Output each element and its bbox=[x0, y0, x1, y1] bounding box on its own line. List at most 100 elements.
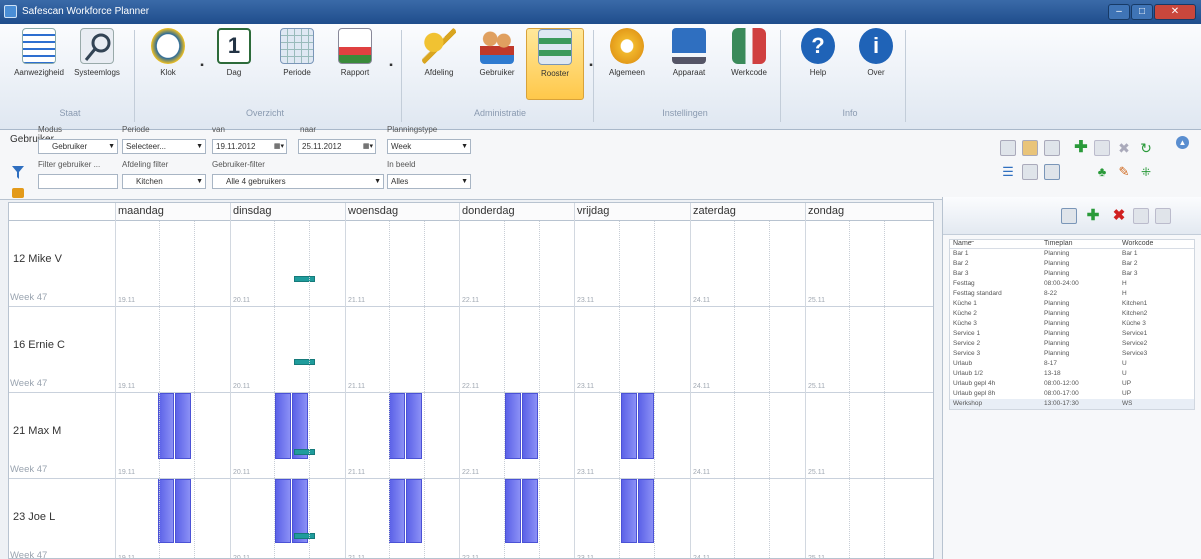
table-row[interactable]: Küche 2 Planning Kitchen2 bbox=[950, 309, 1194, 319]
planningstype-select[interactable]: Week ▼ bbox=[387, 139, 471, 154]
shift-block[interactable] bbox=[638, 479, 654, 543]
undo-disabled-icon[interactable] bbox=[1133, 208, 1149, 224]
periode-select[interactable]: Selecteer... ▼ bbox=[122, 139, 206, 154]
table-row[interactable]: Urlaub gepl 8h 08:00-17:00 UP bbox=[950, 389, 1194, 399]
shift-marker[interactable] bbox=[294, 276, 315, 282]
table-row[interactable]: Bar 1 Planning Bar 1 bbox=[950, 249, 1194, 259]
help-button[interactable]: ? Help bbox=[789, 28, 847, 100]
close-button[interactable]: ✕ bbox=[1154, 4, 1196, 20]
over-label: Over bbox=[867, 68, 885, 77]
calendar-picker-icon[interactable]: ▦▾ bbox=[274, 140, 284, 153]
shift-block[interactable] bbox=[389, 393, 405, 459]
rooster-button[interactable]: Rooster bbox=[526, 28, 584, 100]
apparaat-button[interactable]: Apparaat bbox=[660, 28, 718, 100]
shift-block[interactable] bbox=[275, 393, 291, 459]
minimize-button[interactable]: – bbox=[1108, 4, 1130, 20]
shift-block[interactable] bbox=[505, 479, 521, 543]
afdeling-filter-select[interactable]: Kitchen ▼ bbox=[122, 174, 206, 189]
shift-block[interactable] bbox=[621, 479, 637, 543]
table-row[interactable]: Urlaub 8-17 U bbox=[950, 359, 1194, 369]
gebruiker-filter-select[interactable]: Alle 4 gebruikers ▼ bbox=[212, 174, 384, 189]
van-date-field[interactable]: 19.11.2012 ▦▾ bbox=[212, 139, 287, 154]
table-row[interactable]: Urlaub gepl 4h 08:00-12:00 UP bbox=[950, 379, 1194, 389]
shift-block[interactable] bbox=[389, 479, 405, 543]
shift-block[interactable] bbox=[158, 479, 174, 543]
table-row[interactable]: Bar 3 Planning Bar 3 bbox=[950, 269, 1194, 279]
afdeling-button[interactable]: Afdeling bbox=[410, 28, 468, 100]
table-row[interactable]: Küche 3 Planning Küche 3 bbox=[950, 319, 1194, 329]
add-icon[interactable]: ✚ bbox=[1073, 140, 1089, 156]
table-icon[interactable] bbox=[1061, 208, 1077, 224]
cell-workcode: Küche 3 bbox=[1122, 320, 1146, 327]
werkcode-button[interactable]: Werkcode bbox=[720, 28, 778, 100]
maximize-button[interactable]: □ bbox=[1131, 4, 1153, 20]
user-row[interactable]: 12 Mike V Week 47 19.11 20.11 21.11 22.1… bbox=[9, 221, 933, 307]
filter-gebruiker-input[interactable] bbox=[38, 174, 118, 189]
shift-block[interactable] bbox=[638, 393, 654, 459]
shift-block[interactable] bbox=[621, 393, 637, 459]
table-row[interactable]: Werkshop 13:00-17:30 WS bbox=[950, 399, 1194, 409]
column-header-name[interactable]: Name bbox=[953, 240, 972, 247]
naar-date-field[interactable]: 25.11.2012 ▦▾ bbox=[298, 139, 376, 154]
aanwezigheid-button[interactable]: Aanwezigheid bbox=[10, 28, 68, 100]
delete-icon[interactable]: ✖ bbox=[1111, 208, 1127, 224]
filter-funnel-icon[interactable] bbox=[12, 166, 24, 179]
shift-block[interactable] bbox=[522, 479, 538, 543]
table-row[interactable]: Service 3 Planning Service3 bbox=[950, 349, 1194, 359]
shift-marker[interactable] bbox=[294, 533, 315, 539]
periode-button[interactable]: Periode bbox=[268, 28, 326, 100]
table-row[interactable]: Service 1 Planning Service1 bbox=[950, 329, 1194, 339]
shift-block[interactable] bbox=[505, 393, 521, 459]
shift-block[interactable] bbox=[175, 393, 191, 459]
algemeen-button[interactable]: Algemeen bbox=[598, 28, 656, 100]
klok-button[interactable]: Klok bbox=[139, 28, 197, 100]
calendar-view-icon[interactable] bbox=[1044, 164, 1060, 180]
table-view-icon[interactable] bbox=[1022, 164, 1038, 180]
delete-disabled-icon[interactable]: ✖ bbox=[1116, 140, 1132, 156]
move-icon[interactable]: ⁜ bbox=[1138, 164, 1154, 180]
rooster-dropdown-icon[interactable]: ▪ bbox=[586, 60, 596, 71]
chevron-down-icon: ▼ bbox=[196, 143, 203, 150]
keys-icon bbox=[422, 28, 456, 64]
shift-block[interactable] bbox=[175, 479, 191, 543]
table-row[interactable]: Service 2 Planning Service2 bbox=[950, 339, 1194, 349]
assign-icon[interactable]: ♣ bbox=[1094, 164, 1110, 180]
shift-marker[interactable] bbox=[294, 359, 315, 365]
refresh-icon[interactable]: ↻ bbox=[1138, 140, 1154, 156]
modus-select[interactable]: Gebruiker ▼ bbox=[38, 139, 118, 154]
list-view-icon[interactable]: ☰ bbox=[1000, 164, 1016, 180]
calendar-picker-icon[interactable]: ▦▾ bbox=[363, 140, 373, 153]
table-row[interactable]: Küche 1 Planning Kitchen1 bbox=[950, 299, 1194, 309]
print-icon[interactable] bbox=[1044, 140, 1060, 156]
shift-block[interactable] bbox=[406, 393, 422, 459]
table-row[interactable]: Bar 2 Planning Bar 2 bbox=[950, 259, 1194, 269]
table-row[interactable]: Urlaub 1/2 13-18 U bbox=[950, 369, 1194, 379]
gebruiker-button[interactable]: Gebruiker bbox=[468, 28, 526, 100]
user-row[interactable]: 23 Joe L Week 47 19.11 20.11 21.11 22.11… bbox=[9, 479, 933, 558]
new-document-icon[interactable] bbox=[1000, 140, 1016, 156]
table-row[interactable]: Festtag 08:00-24:00 H bbox=[950, 279, 1194, 289]
save-disabled-icon[interactable] bbox=[1155, 208, 1171, 224]
rapport-button[interactable]: Rapport bbox=[326, 28, 384, 100]
dag-button[interactable]: 1 Dag bbox=[205, 28, 263, 100]
over-button[interactable]: i Over bbox=[847, 28, 905, 100]
shift-block[interactable] bbox=[522, 393, 538, 459]
user-row[interactable]: 21 Max M Week 47 19.11 20.11 21.11 22.11… bbox=[9, 393, 933, 479]
table-header: Name – Timeplan Workcode bbox=[950, 239, 1194, 249]
shift-block[interactable] bbox=[158, 393, 174, 459]
shift-block[interactable] bbox=[275, 479, 291, 543]
systeemlogs-button[interactable]: Systeemlogs bbox=[68, 28, 126, 100]
column-header-workcode[interactable]: Workcode bbox=[1122, 240, 1153, 247]
pencil-icon[interactable]: ✎ bbox=[1116, 164, 1132, 180]
collapse-icon[interactable]: ▲ bbox=[1176, 136, 1189, 149]
column-header-timeplan[interactable]: Timeplan bbox=[1044, 240, 1073, 247]
edit-disabled-icon[interactable] bbox=[1094, 140, 1110, 156]
rapport-dropdown-icon[interactable]: ▪ bbox=[386, 60, 396, 71]
table-row[interactable]: Festtag standard 8-22 H bbox=[950, 289, 1194, 299]
user-row[interactable]: 16 Ernie C Week 47 19.11 20.11 21.11 22.… bbox=[9, 307, 933, 393]
shift-block[interactable] bbox=[406, 479, 422, 543]
copy-icon[interactable] bbox=[1022, 140, 1038, 156]
shift-marker[interactable] bbox=[294, 449, 315, 455]
inbeeld-select[interactable]: Alles ▼ bbox=[387, 174, 471, 189]
add-icon[interactable]: ✚ bbox=[1085, 208, 1101, 224]
